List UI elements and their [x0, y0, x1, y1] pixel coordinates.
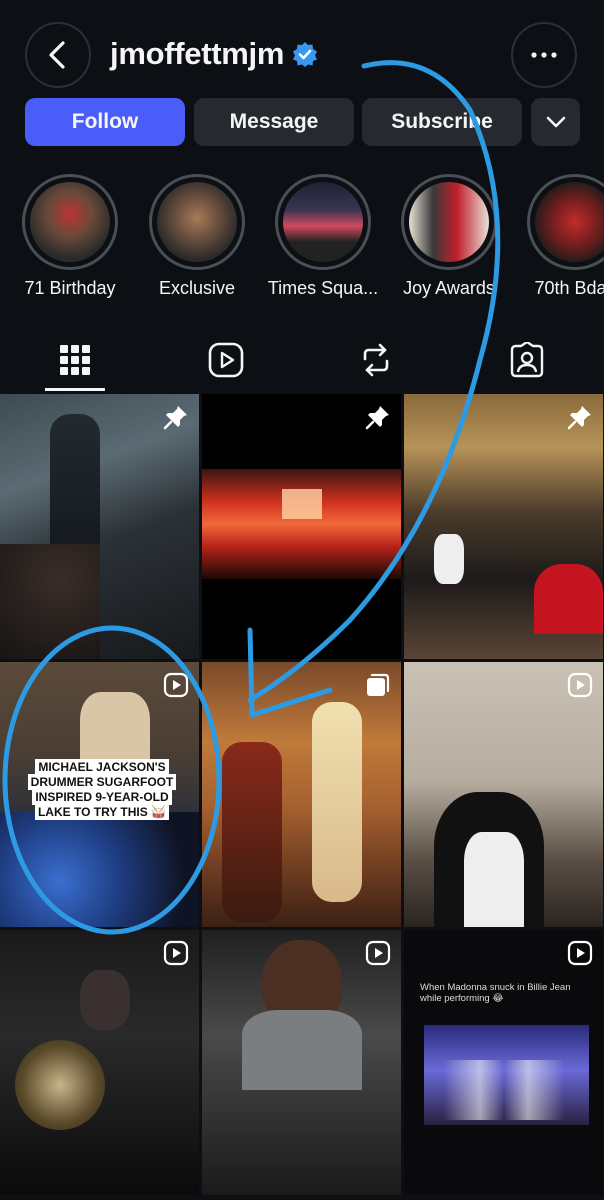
reel-icon [163, 940, 189, 966]
grid-icon [60, 345, 90, 375]
suggested-accounts-button[interactable] [531, 98, 580, 146]
message-button[interactable]: Message [194, 98, 354, 146]
back-button[interactable] [25, 22, 91, 88]
profile-header: jmoffettmjm [0, 0, 604, 100]
tab-tagged[interactable] [477, 330, 577, 390]
reel-icon [567, 672, 593, 698]
pin-icon [163, 406, 187, 430]
more-options-button[interactable] [511, 22, 577, 88]
post-thumbnail[interactable] [404, 394, 603, 659]
profile-tabs [0, 330, 604, 392]
post-caption-text: MICHAEL JACKSON'S DRUMMER SUGARFOOT INSP… [27, 759, 177, 820]
post-thumbnail[interactable] [202, 930, 401, 1195]
subscribe-button[interactable]: Subscribe [362, 98, 522, 146]
follow-button[interactable]: Follow [25, 98, 185, 146]
highlight-cover [157, 182, 237, 262]
highlight-ring [401, 174, 497, 270]
highlight-item[interactable]: Times Squa... [263, 174, 383, 299]
pin-icon [365, 406, 389, 430]
username: jmoffettmjm [110, 36, 285, 71]
highlight-cover [30, 182, 110, 262]
verified-badge-icon [293, 42, 318, 67]
username-row: jmoffettmjm [110, 36, 318, 72]
story-highlights: 71 Birthday Exclusive Times Squa... Joy … [0, 174, 604, 304]
highlight-cover [535, 182, 604, 262]
chevron-left-icon [49, 41, 65, 69]
highlight-ring [527, 174, 604, 270]
chevron-down-icon [546, 116, 565, 128]
reels-icon [208, 342, 244, 378]
post-thumbnail[interactable] [404, 662, 603, 927]
highlight-ring [22, 174, 118, 270]
active-tab-indicator [45, 388, 105, 391]
highlight-item[interactable]: 70th Bday [515, 174, 604, 299]
carousel-icon [367, 673, 390, 696]
reel-icon [163, 672, 189, 698]
profile-actions: Follow Message Subscribe [25, 98, 580, 146]
highlight-label: Exclusive [158, 278, 236, 298]
highlight-ring [275, 174, 371, 270]
highlight-item[interactable]: Joy Awards [389, 174, 509, 299]
post-caption: MICHAEL JACKSON'S DRUMMER SUGARFOOT INSP… [22, 759, 182, 820]
highlight-cover [283, 182, 363, 262]
post-thumbnail[interactable]: When Madonna snuck in Billie Jean while … [404, 930, 603, 1195]
highlight-label: 71 Birthday [24, 278, 116, 298]
highlight-label: Joy Awards [403, 278, 495, 298]
reel-icon [567, 940, 593, 966]
highlight-cover [409, 182, 489, 262]
highlight-item[interactable]: Exclusive [137, 174, 257, 299]
tab-grid[interactable] [25, 330, 125, 390]
tagged-user-icon [510, 342, 544, 378]
reel-icon [365, 940, 391, 966]
post-thumbnail[interactable] [202, 394, 401, 659]
post-caption: When Madonna snuck in Billie Jean while … [420, 982, 571, 1004]
highlight-label: Times Squa... [267, 278, 379, 298]
pin-icon [567, 406, 591, 430]
tab-reposts[interactable] [326, 330, 426, 390]
highlight-label: 70th Bday [534, 278, 604, 298]
post-thumbnail[interactable] [202, 662, 401, 927]
repost-icon [363, 343, 389, 377]
more-horizontal-icon [531, 52, 557, 58]
post-thumbnail[interactable] [0, 930, 199, 1195]
tab-reels[interactable] [176, 330, 276, 390]
highlight-item[interactable]: 71 Birthday [10, 174, 130, 299]
post-thumbnail[interactable] [0, 394, 199, 659]
highlight-ring [149, 174, 245, 270]
